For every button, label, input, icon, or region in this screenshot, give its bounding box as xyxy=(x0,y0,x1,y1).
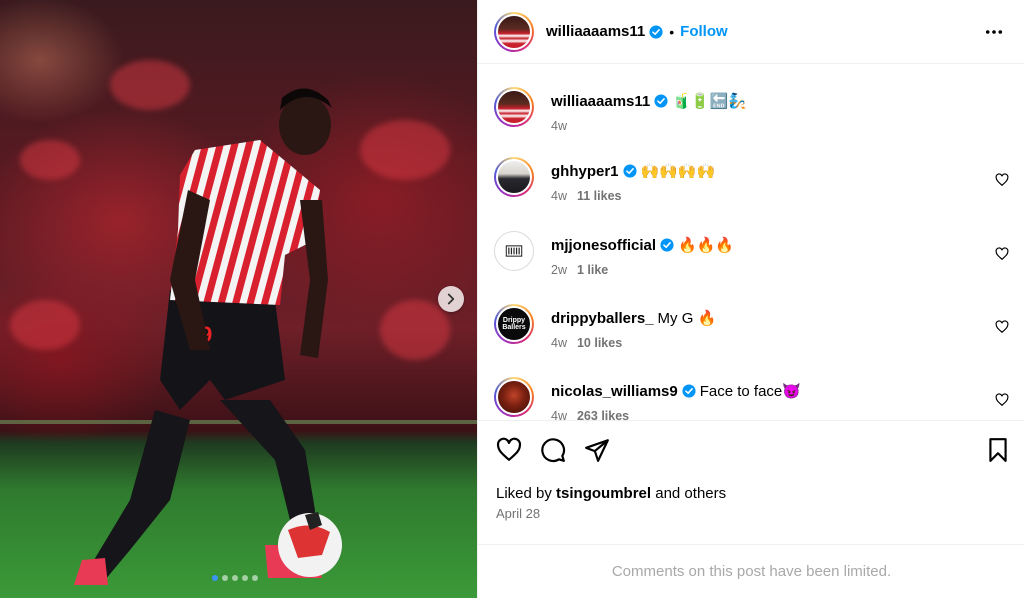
comments-limited-notice: Comments on this post have been limited. xyxy=(478,544,1024,598)
comment-text: My G 🔥 xyxy=(657,310,717,327)
commenter-username[interactable]: mjjonesofficial xyxy=(551,237,656,254)
comment-time[interactable]: 2w xyxy=(551,263,567,277)
caption-avatar[interactable] xyxy=(494,87,534,127)
comment-item: nicolas_williams9 Face to face😈 4w 263 lik… xyxy=(494,377,1009,420)
caption-time[interactable]: 4w xyxy=(551,119,567,133)
caption-username[interactable]: williaaaams11 xyxy=(551,93,650,110)
author-username[interactable]: williaaaams11 xyxy=(546,23,645,40)
comment-likes[interactable]: 11 likes xyxy=(577,189,622,203)
commenter-username[interactable]: ghhyper1 xyxy=(551,163,619,180)
verified-badge-icon xyxy=(682,384,696,398)
drippy-logo-text: Drippy Ballers xyxy=(502,317,526,331)
like-comment-heart-icon[interactable] xyxy=(995,393,1009,407)
like-comment-heart-icon[interactable] xyxy=(995,173,1009,187)
liked-by-prefix: Liked by xyxy=(496,485,552,502)
liked-by-text: Liked by tsingoumbrel and others xyxy=(496,485,726,502)
carousel-indicator xyxy=(212,575,258,581)
verified-badge-icon xyxy=(654,94,668,108)
like-heart-icon[interactable] xyxy=(496,437,522,463)
carousel-dot xyxy=(232,575,238,581)
like-comment-heart-icon[interactable] xyxy=(995,247,1009,261)
verified-badge-icon xyxy=(649,24,663,39)
carousel-dot xyxy=(252,575,258,581)
liked-by-suffix: and others xyxy=(655,485,727,502)
comment-text: 🙌🙌🙌🙌 xyxy=(640,163,716,180)
comment-time[interactable]: 4w xyxy=(551,189,567,203)
brand-logo-icon xyxy=(505,245,523,257)
post-date[interactable]: April 28 xyxy=(496,506,540,521)
header-separator: • xyxy=(669,23,675,40)
commenter-username[interactable]: nicolas_williams9 xyxy=(551,383,678,400)
comment-item: ghhyper1 🙌🙌🙌🙌 4w 11 likes xyxy=(494,157,1009,203)
next-slide-button[interactable] xyxy=(438,286,464,312)
verified-badge-icon xyxy=(660,238,674,252)
post-side-panel: williaaaams11 • Follow williaaaams11 🧃🔋🔚🧞… xyxy=(477,0,1024,598)
comment-time[interactable]: 4w xyxy=(551,409,567,420)
post-actions: Liked by tsingoumbrel and others April 2… xyxy=(478,420,1024,544)
caption-text: 🧃🔋🔚🧞 xyxy=(672,93,747,110)
comment-item: Drippy Ballers drippyballers_ My G 🔥 4w 10… xyxy=(494,304,1009,350)
comment-likes[interactable]: 263 likes xyxy=(577,409,629,420)
comment-item: mjjonesofficial 🔥🔥🔥 2w 1 like xyxy=(494,231,1009,277)
comment-text: 🔥🔥🔥 xyxy=(678,237,735,254)
comment-likes[interactable]: 10 likes xyxy=(577,336,622,350)
liked-by-user[interactable]: tsingoumbrel xyxy=(556,485,651,502)
comment-text: Face to face😈 xyxy=(699,383,801,400)
player-figure: 9 xyxy=(74,88,342,585)
commenter-username[interactable]: drippyballers_ xyxy=(551,310,654,327)
commenter-avatar[interactable] xyxy=(494,231,534,271)
chevron-right-icon xyxy=(447,293,455,305)
carousel-dot xyxy=(242,575,248,581)
caption: williaaaams11 🧃🔋🔚🧞 4w xyxy=(494,87,1009,133)
save-bookmark-icon[interactable] xyxy=(985,437,1011,463)
crowd-blur xyxy=(380,300,450,360)
comment-time[interactable]: 4w xyxy=(551,336,567,350)
comment-bubble-icon[interactable] xyxy=(540,437,566,463)
commenter-avatar[interactable] xyxy=(494,377,534,417)
comment-likes[interactable]: 1 like xyxy=(577,263,608,277)
like-comment-heart-icon[interactable] xyxy=(995,320,1009,334)
more-options-icon[interactable] xyxy=(984,22,1004,42)
share-send-icon[interactable] xyxy=(584,437,610,463)
follow-button[interactable]: Follow xyxy=(680,23,728,40)
comments-list[interactable]: williaaaams11 🧃🔋🔚🧞 4w ghhyper1 🙌🙌🙌🙌 4w 11 l… xyxy=(478,65,1024,420)
commenter-avatar[interactable]: Drippy Ballers xyxy=(494,304,534,344)
commenter-avatar[interactable] xyxy=(494,157,534,197)
verified-badge-icon xyxy=(622,164,637,178)
carousel-dot xyxy=(222,575,228,581)
author-avatar[interactable] xyxy=(494,11,534,52)
post-photo[interactable]: 9 xyxy=(0,0,477,598)
carousel-dot xyxy=(212,575,218,581)
post-header: williaaaams11 • Follow xyxy=(478,0,1024,64)
